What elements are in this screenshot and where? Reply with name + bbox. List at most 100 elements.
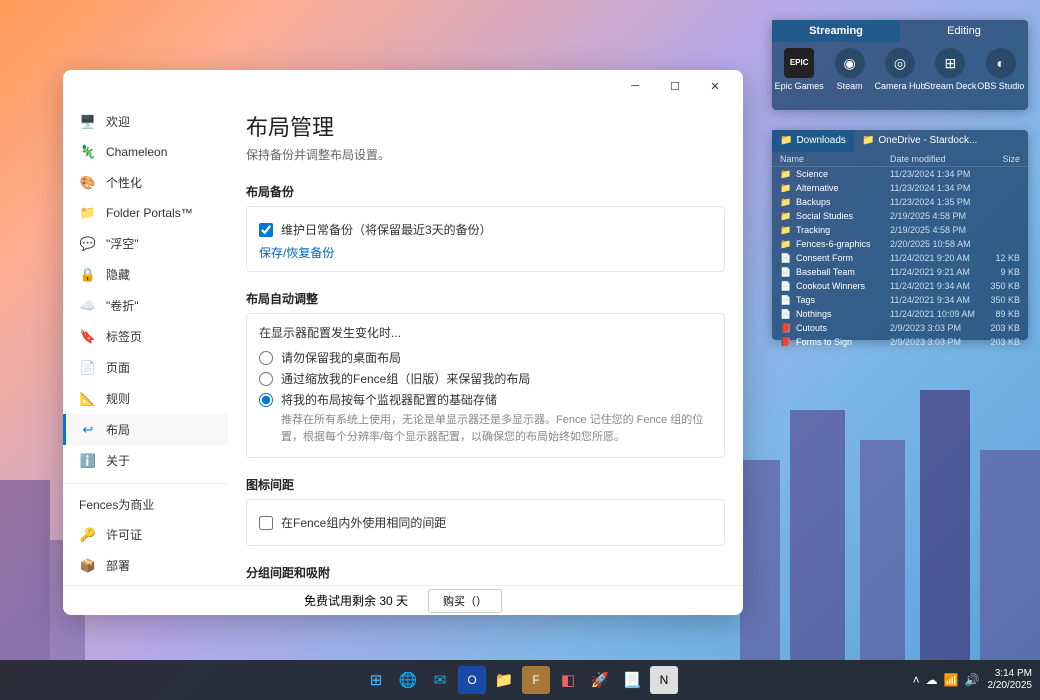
file-row[interactable]: 📄Baseball Team11/24/2021 9:21 AM9 KB <box>772 265 1028 279</box>
outlook-icon[interactable]: ✉ <box>426 666 454 694</box>
file-row[interactable]: 📁Social Studies2/19/2025 4:58 PM <box>772 209 1028 223</box>
sidebar-item-3[interactable]: 📁Folder Portals™ <box>63 198 228 228</box>
sidebar-item-11[interactable]: ℹ️ 关于 <box>63 445 228 476</box>
buy-button[interactable]: 购买（） <box>428 589 502 613</box>
auto-opt1[interactable]: 请勿保留我的桌面布局 <box>259 349 712 366</box>
file-row[interactable]: 📄Nothings11/24/2021 10:09 AM89 KB <box>772 307 1028 321</box>
fence-streaming[interactable]: Streaming Editing EPICEpic Games◉Steam◎C… <box>772 20 1028 110</box>
fence-app-steam[interactable]: ◉Steam <box>826 48 874 91</box>
app-icon-rocket[interactable]: 🚀 <box>586 666 614 694</box>
sidebar-item-icon: 🔒 <box>80 267 96 283</box>
sidebar-item-10[interactable]: ↩ 布局 <box>63 414 228 445</box>
sidebar-item-label: 关于 <box>106 452 130 469</box>
start-button[interactable]: ⊞ <box>362 666 390 694</box>
app-icon-page[interactable]: 📃 <box>618 666 646 694</box>
file-date: 11/23/2024 1:34 PM <box>890 183 980 193</box>
sidebar-item-6[interactable]: ☁️"卷折" <box>63 290 228 321</box>
app-icon-o[interactable]: O <box>458 666 486 694</box>
titlebar[interactable]: ─ ☐ ✕ <box>63 70 743 102</box>
file-name: Cutouts <box>796 323 890 333</box>
sidebar-item-0[interactable]: 🖥️欢迎 <box>63 106 228 137</box>
tray-cloud-icon[interactable]: ☁ <box>926 673 938 687</box>
file-row[interactable]: 📕Forms to Sign2/9/2023 3:03 PM203 KB <box>772 335 1028 349</box>
same-spacing-checkbox[interactable]: 在Fence组内外使用相同的间距 <box>259 514 712 531</box>
sidebar-item-4[interactable]: 💬"浮空" <box>63 228 228 259</box>
sidebar-item-8[interactable]: 📄页面 <box>63 352 228 383</box>
file-row[interactable]: 📁Tracking2/19/2025 4:58 PM <box>772 223 1028 237</box>
sidebar-item-2[interactable]: 🎨个性化 <box>63 167 228 198</box>
maximize-button[interactable]: ☐ <box>655 72 695 100</box>
file-row[interactable]: 📁Backups11/23/2024 1:35 PM <box>772 195 1028 209</box>
file-date: 11/24/2021 9:21 AM <box>890 267 980 277</box>
tray-wifi-icon[interactable]: 📶 <box>944 673 959 687</box>
sidebar-item-icon: 📁 <box>80 205 96 221</box>
file-size: 350 KB <box>980 295 1020 305</box>
sidebar-item-label: Chameleon <box>106 145 167 159</box>
auto-box: 在显示器配置发生变化时... 请勿保留我的桌面布局 通过缩放我的Fence组（旧… <box>246 313 725 458</box>
folder-icon: 📁 <box>780 130 792 152</box>
app-icon-red[interactable]: ◧ <box>554 666 582 694</box>
sidebar-item-label: 标签页 <box>106 328 142 345</box>
tray-chevron-icon[interactable]: ˄ <box>913 673 920 687</box>
file-type-icon: 📁 <box>780 197 792 208</box>
file-name: Forms to Sign <box>796 337 890 347</box>
file-row[interactable]: 📁Fences-6-graphics2/20/2025 10:58 AM <box>772 237 1028 251</box>
file-date: 11/24/2021 9:34 AM <box>890 295 980 305</box>
file-type-icon: 📄 <box>780 267 792 278</box>
fences-icon[interactable]: F <box>522 666 550 694</box>
file-row[interactable]: 📁Science11/23/2024 1:34 PM <box>772 167 1028 181</box>
sidebar-item-1[interactable]: 🦎Chameleon <box>63 137 228 167</box>
fence-tab-onedrive[interactable]: 📁OneDrive - Stardock... <box>854 130 985 152</box>
file-row[interactable]: 📁Alternative11/23/2024 1:34 PM <box>772 181 1028 195</box>
fence-tab-downloads[interactable]: 📁Downloads <box>772 130 854 152</box>
file-row[interactable]: 📕Cutouts2/9/2023 3:03 PM203 KB <box>772 321 1028 335</box>
explorer-icon[interactable]: 📁 <box>490 666 518 694</box>
file-size: 203 KB <box>980 323 1020 333</box>
fence-app-epic-games[interactable]: EPICEpic Games <box>775 48 823 91</box>
sidebar-item-icon: 🔑 <box>80 527 96 543</box>
file-type-icon: 📄 <box>780 253 792 264</box>
clock[interactable]: 3:14 PM 2/20/2025 <box>988 668 1033 692</box>
taskbar[interactable]: ⊞ 🌐 ✉ O 📁 F ◧ 🚀 📃 N ˄ ☁ 📶 🔊 3:14 PM 2/20… <box>0 660 1040 700</box>
file-type-icon: 📁 <box>780 239 792 250</box>
sidebar-item-label: 许可证 <box>106 526 142 543</box>
sidebar-item-5[interactable]: 🔒隐藏 <box>63 259 228 290</box>
fence-app-obs-studio[interactable]: ◐OBS Studio <box>977 48 1025 91</box>
file-row[interactable]: 📄Tags11/24/2021 9:34 AM350 KB <box>772 293 1028 307</box>
fence-app-camera-hub[interactable]: ◎Camera Hub <box>876 48 924 91</box>
auto-opt3[interactable]: 将我的布局按每个监视器配置的基础存储 <box>259 391 712 408</box>
fence-downloads[interactable]: 📁Downloads 📁OneDrive - Stardock... Name … <box>772 130 1028 340</box>
close-button[interactable]: ✕ <box>695 72 735 100</box>
daily-backup-input[interactable] <box>259 223 273 237</box>
system-tray[interactable]: ˄ ☁ 📶 🔊 3:14 PM 2/20/2025 <box>913 668 1032 692</box>
tray-volume-icon[interactable]: 🔊 <box>965 673 980 687</box>
file-name: Consent Form <box>796 253 890 263</box>
minimize-button[interactable]: ─ <box>615 72 655 100</box>
auto-opt3-desc: 推荐在所有系统上使用，无论是单显示器还是多显示器。Fence 记住您的 Fenc… <box>281 412 712 445</box>
sidebar-item-9[interactable]: 📐规则 <box>63 383 228 414</box>
sidebar: 🖥️欢迎🦎Chameleon🎨个性化📁Folder Portals™💬"浮空"🔒… <box>63 102 228 585</box>
notion-icon[interactable]: N <box>650 666 678 694</box>
edge-icon[interactable]: 🌐 <box>394 666 422 694</box>
daily-backup-checkbox[interactable]: 维护日常备份（将保留最近3天的备份） <box>259 221 712 238</box>
file-name: Tags <box>796 295 890 305</box>
sidebar-item-label: 布局 <box>106 421 130 438</box>
section-spacing-header: 图标间距 <box>246 476 725 493</box>
fence-app-stream-deck[interactable]: ⊞Stream Deck <box>926 48 974 91</box>
sidebar-item-icon: 🔖 <box>80 329 96 345</box>
fence-tab-editing[interactable]: Editing <box>900 20 1028 42</box>
sidebar-item-label: 页面 <box>106 359 130 376</box>
sidebar-item-icon: ℹ️ <box>80 453 96 469</box>
trial-text: 免费试用剩余 30 天 <box>304 592 408 609</box>
restore-link[interactable]: 保存/恢复备份 <box>259 244 712 261</box>
fence-tab-streaming[interactable]: Streaming <box>772 20 900 42</box>
auto-opt2[interactable]: 通过缩放我的Fence组（旧版）来保留我的布局 <box>259 370 712 387</box>
file-row[interactable]: 📄Cookout Winners11/24/2021 9:34 AM350 KB <box>772 279 1028 293</box>
file-type-icon: 📁 <box>780 183 792 194</box>
file-row[interactable]: 📄Consent Form11/24/2021 9:20 AM12 KB <box>772 251 1028 265</box>
sidebar-biz-item-0[interactable]: 🔑 许可证 <box>63 519 228 550</box>
sidebar-item-7[interactable]: 🔖 标签页 <box>63 321 228 352</box>
sidebar-biz-item-1[interactable]: 📦部署 <box>63 550 228 581</box>
page-title: 布局管理 <box>246 110 725 142</box>
sidebar-item-icon: ↩ <box>80 422 96 438</box>
